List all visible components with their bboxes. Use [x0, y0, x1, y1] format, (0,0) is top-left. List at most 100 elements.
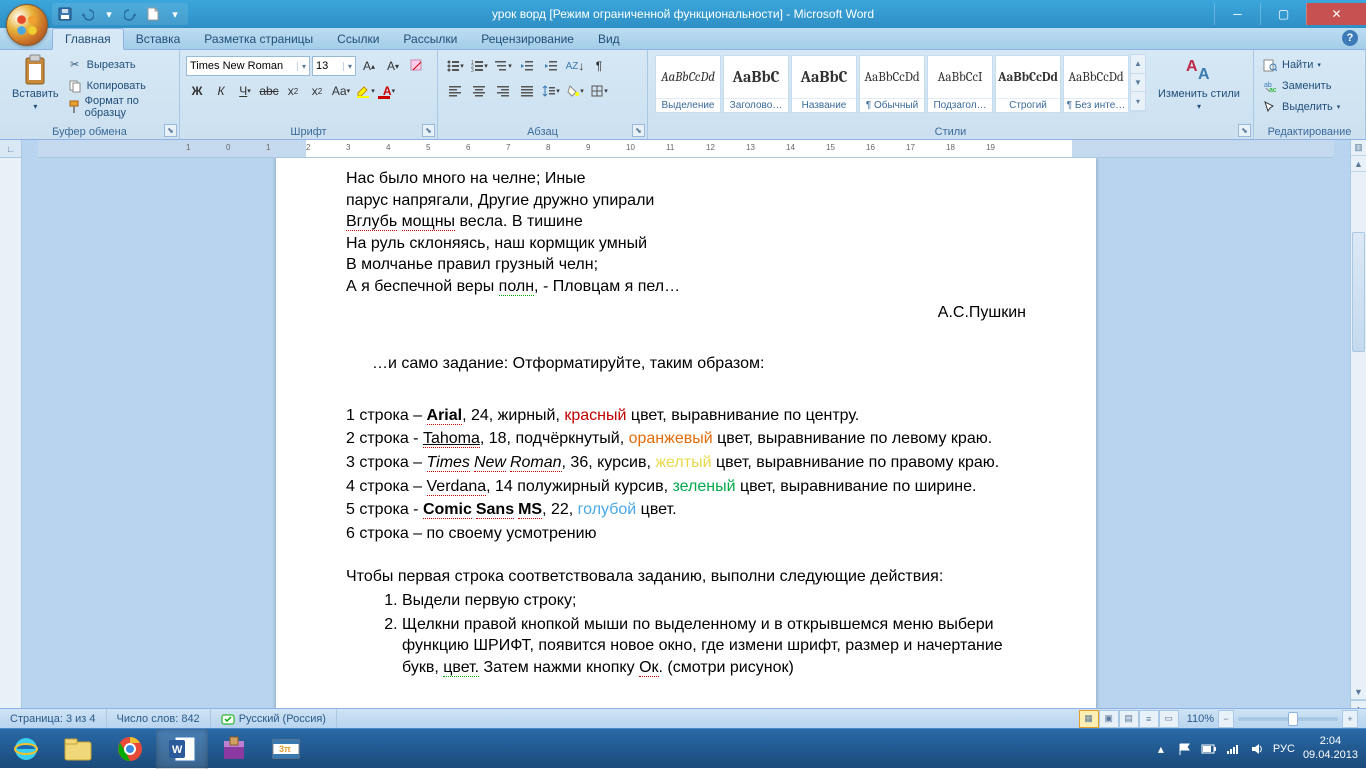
minimize-button[interactable]: ─: [1214, 3, 1260, 25]
align-center-icon[interactable]: [468, 80, 490, 102]
status-words[interactable]: Число слов: 842: [107, 709, 211, 728]
redo-icon[interactable]: [121, 4, 141, 24]
tab-mailings[interactable]: Рассылки: [391, 29, 469, 49]
style-tile[interactable]: AaBbCcDd¶ Без инте…: [1063, 55, 1129, 113]
scroll-down-icon[interactable]: ▼: [1131, 74, 1145, 93]
draft-view-icon[interactable]: ▭: [1159, 710, 1179, 728]
document-page[interactable]: Нас было много на челне; Иныепарус напря…: [276, 158, 1096, 746]
maximize-button[interactable]: ▢: [1260, 3, 1306, 25]
paragraph-launcher-icon[interactable]: ⬊: [632, 124, 645, 137]
tray-language[interactable]: РУС: [1273, 743, 1295, 755]
office-button[interactable]: [6, 4, 48, 46]
shading-icon[interactable]: ▾: [564, 80, 586, 102]
font-name-combo[interactable]: Times New Roman▾: [186, 56, 310, 76]
style-tile[interactable]: AaBbCcDdВыделение: [655, 55, 721, 113]
moviemaker-icon[interactable]: 3π: [260, 729, 312, 769]
explorer-icon[interactable]: [52, 729, 104, 769]
scroll-up-icon[interactable]: ▲: [1131, 55, 1145, 74]
web-layout-view-icon[interactable]: ▤: [1119, 710, 1139, 728]
grow-font-icon[interactable]: A▴: [358, 55, 380, 77]
font-size-combo[interactable]: 13▾: [312, 56, 356, 76]
status-language[interactable]: Русский (Россия): [211, 709, 337, 728]
justify-icon[interactable]: [516, 80, 538, 102]
styles-scroll[interactable]: ▲ ▼ ▾: [1130, 54, 1146, 112]
paste-button[interactable]: Вставить ▾: [6, 52, 65, 113]
close-button[interactable]: ✕: [1306, 3, 1366, 25]
vertical-scrollbar[interactable]: ▥ ▲ ▼ ⏶ ◉ ⏷: [1350, 140, 1366, 746]
align-right-icon[interactable]: [492, 80, 514, 102]
tray-clock[interactable]: 2:04 09.04.2013: [1303, 735, 1358, 761]
tab-selector-icon[interactable]: ∟: [0, 140, 21, 158]
zoom-slider[interactable]: [1238, 717, 1338, 721]
qat-customize-icon[interactable]: ▾: [165, 4, 185, 24]
select-button[interactable]: Выделить ▾: [1260, 96, 1342, 117]
zoom-thumb[interactable]: [1288, 712, 1298, 726]
copy-button[interactable]: Копировать: [65, 75, 173, 96]
bold-icon[interactable]: Ж: [186, 80, 208, 102]
outline-view-icon[interactable]: ≡: [1139, 710, 1159, 728]
style-tile[interactable]: AaBbCcIПодзагол…: [927, 55, 993, 113]
format-painter-button[interactable]: Формат по образцу: [65, 96, 173, 117]
show-hidden-icon[interactable]: ▴: [1153, 741, 1169, 757]
style-tile[interactable]: AaBbCНазвание: [791, 55, 857, 113]
cut-button[interactable]: ✂Вырезать: [65, 54, 173, 75]
strikethrough-icon[interactable]: abc: [258, 80, 280, 102]
line-spacing-icon[interactable]: ▾: [540, 80, 562, 102]
flag-icon[interactable]: [1177, 741, 1193, 757]
bullets-icon[interactable]: ▾: [444, 55, 466, 77]
decrease-indent-icon[interactable]: [516, 55, 538, 77]
zoom-level[interactable]: 110%: [1187, 713, 1214, 725]
style-tile[interactable]: AaBbCcDd¶ Обычный: [859, 55, 925, 113]
underline-icon[interactable]: Ч ▾: [234, 80, 256, 102]
tab-view[interactable]: Вид: [586, 29, 632, 49]
help-icon[interactable]: ?: [1342, 30, 1358, 46]
tab-insert[interactable]: Вставка: [124, 29, 193, 49]
ruler-toggle-icon[interactable]: ▥: [1351, 140, 1366, 156]
expand-gallery-icon[interactable]: ▾: [1131, 92, 1145, 111]
font-launcher-icon[interactable]: ⬊: [422, 124, 435, 137]
align-left-icon[interactable]: [444, 80, 466, 102]
tab-home[interactable]: Главная: [52, 28, 124, 50]
clipboard-launcher-icon[interactable]: ⬊: [164, 124, 177, 137]
tab-page-layout[interactable]: Разметка страницы: [192, 29, 325, 49]
scroll-thumb[interactable]: [1352, 232, 1365, 352]
print-layout-view-icon[interactable]: ▦: [1079, 710, 1099, 728]
show-marks-icon[interactable]: ¶: [588, 55, 610, 77]
shrink-font-icon[interactable]: A▾: [382, 55, 404, 77]
clear-formatting-icon[interactable]: [406, 55, 428, 77]
style-tile[interactable]: AaBbCЗаголово…: [723, 55, 789, 113]
styles-launcher-icon[interactable]: ⬊: [1238, 124, 1251, 137]
font-color-icon[interactable]: A▾: [378, 80, 400, 102]
undo-dropdown-icon[interactable]: ▾: [99, 4, 119, 24]
change-styles-button[interactable]: AA Изменить стили▾: [1152, 52, 1246, 125]
scroll-up-button[interactable]: ▲: [1351, 156, 1366, 172]
numbering-icon[interactable]: 123▾: [468, 55, 490, 77]
italic-icon[interactable]: К: [210, 80, 232, 102]
full-screen-view-icon[interactable]: ▣: [1099, 710, 1119, 728]
word-taskbar-icon[interactable]: W: [156, 729, 208, 769]
zoom-out-icon[interactable]: −: [1218, 710, 1234, 728]
battery-icon[interactable]: [1201, 741, 1217, 757]
increase-indent-icon[interactable]: [540, 55, 562, 77]
sort-icon[interactable]: AZ↓: [564, 55, 586, 77]
change-case-icon[interactable]: Aa▾: [330, 80, 352, 102]
zoom-in-icon[interactable]: +: [1342, 710, 1358, 728]
subscript-icon[interactable]: x2: [282, 80, 304, 102]
replace-button[interactable]: abacЗаменить: [1260, 75, 1333, 96]
chrome-icon[interactable]: [104, 729, 156, 769]
volume-icon[interactable]: [1249, 741, 1265, 757]
wifi-icon[interactable]: [1225, 741, 1241, 757]
scroll-down-button[interactable]: ▼: [1351, 684, 1366, 700]
multilevel-list-icon[interactable]: ▾: [492, 55, 514, 77]
save-icon[interactable]: [55, 4, 75, 24]
highlight-icon[interactable]: ▾: [354, 80, 376, 102]
style-tile[interactable]: AaBbCcDdСтрогий: [995, 55, 1061, 113]
undo-icon[interactable]: [77, 4, 97, 24]
superscript-icon[interactable]: x2: [306, 80, 328, 102]
ie-icon[interactable]: [0, 729, 52, 769]
tab-references[interactable]: Ссылки: [325, 29, 391, 49]
tab-review[interactable]: Рецензирование: [469, 29, 586, 49]
horizontal-ruler[interactable]: 1012345678910111213141516171819: [38, 140, 1334, 158]
borders-icon[interactable]: ▾: [588, 80, 610, 102]
winrar-icon[interactable]: [208, 729, 260, 769]
